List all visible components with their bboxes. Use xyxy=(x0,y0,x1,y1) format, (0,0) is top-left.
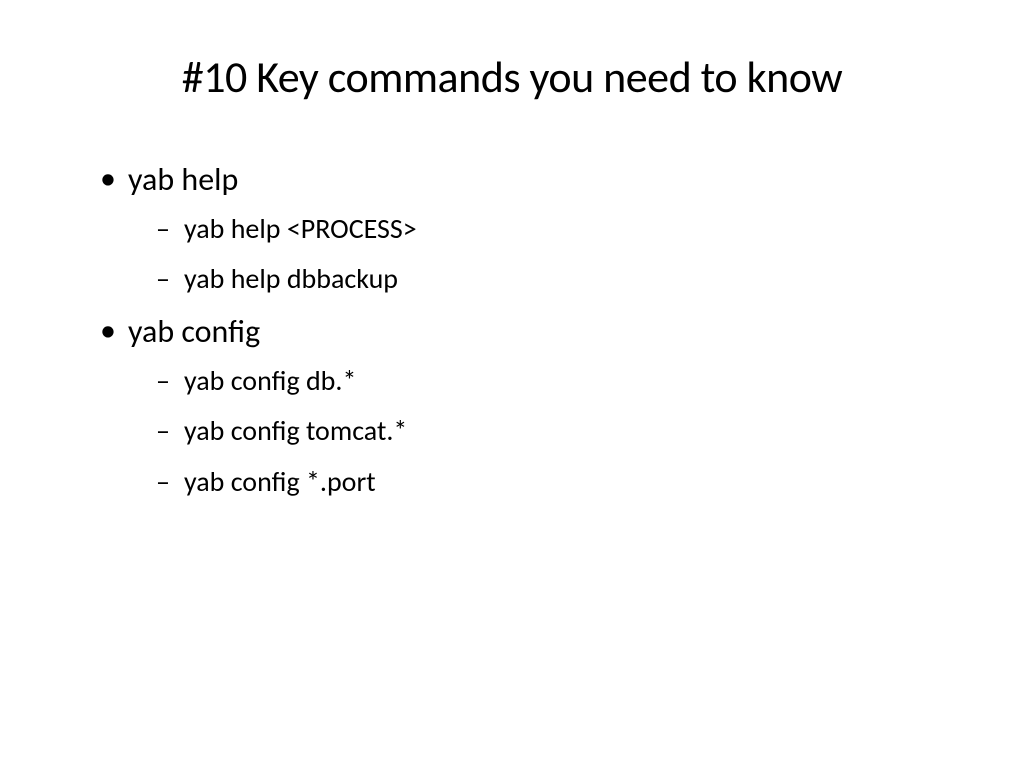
list-item: yab config yab config db.* yab config to… xyxy=(100,311,954,500)
list-item-label: yab help <PROCESS> xyxy=(184,211,417,246)
list-item-label: yab config tomcat.* xyxy=(184,413,407,448)
list-item-label: yab config *.port xyxy=(184,464,376,499)
list-item: yab help yab help <PROCESS> yab help dbb… xyxy=(100,159,954,297)
list-item-label: yab help xyxy=(128,160,238,199)
slide-content: yab help yab help <PROCESS> yab help dbb… xyxy=(70,159,954,500)
list-item-label: yab config db.* xyxy=(184,363,356,398)
list-item: yab help <PROCESS> xyxy=(156,211,954,247)
list-item: yab config *.port xyxy=(156,464,954,500)
list-item: yab config tomcat.* xyxy=(156,413,954,449)
list-item: yab config db.* xyxy=(156,363,954,399)
slide-title: #10 Key commands you need to know xyxy=(70,50,954,104)
list-item-label: yab help dbbackup xyxy=(184,261,398,296)
list-item: yab help dbbackup xyxy=(156,261,954,297)
list-item-label: yab config xyxy=(128,312,260,351)
